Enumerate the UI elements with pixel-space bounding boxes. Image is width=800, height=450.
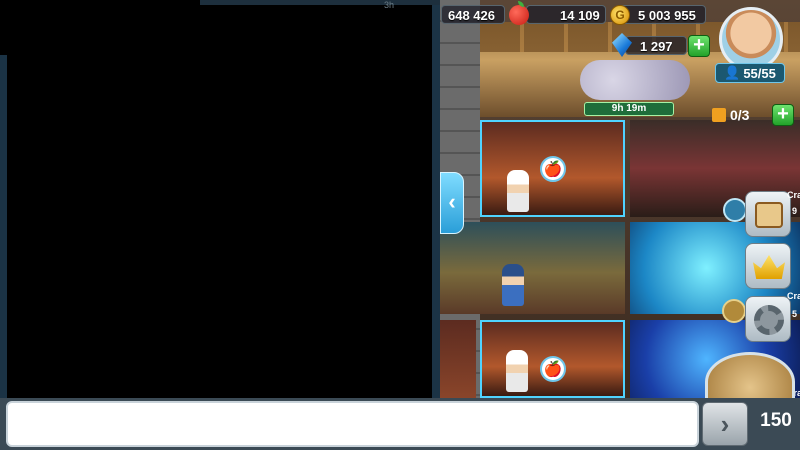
chef-character[interactable] [507,170,529,212]
chat-panel [0,0,440,398]
shield-badge-icon[interactable] [722,299,746,323]
chat-input[interactable] [6,401,699,447]
achievements-button[interactable] [745,243,791,289]
scroll-icon [755,202,783,228]
population-counter-value: 648 426 [448,7,495,23]
settings-button[interactable] [745,296,791,342]
chat-panel-corner-text: 3h [384,0,395,10]
character-count: 150 [760,410,792,431]
chat-panel-top-border [200,0,440,5]
build-cloud[interactable] [580,60,690,100]
lock-icon [712,108,726,122]
gold-value: 5 003 955 [638,7,696,23]
room-kitchen-2[interactable]: 🍎 [480,320,625,398]
apple-ready-bubble[interactable]: 🍎 [540,356,566,382]
crown-icon [753,255,785,279]
room-partial-left[interactable] [440,320,476,398]
population-box[interactable]: 👤 55/55 [715,63,785,83]
build-timer[interactable]: 9h 19m [584,102,674,116]
player-avatar[interactable] [719,7,783,71]
person-icon: 👤 [724,65,741,80]
craft-label: Craft [787,190,800,200]
chef-character[interactable] [506,350,528,392]
craft-sub: 9 [792,206,798,216]
gear-icon [754,305,784,335]
room-training[interactable] [440,222,625,314]
gems-value: 1 297 [640,38,673,54]
knight-character[interactable] [502,264,524,306]
coin-icon: G [610,5,630,25]
keys-value: 0/3 [730,107,750,123]
quests-button[interactable] [745,191,791,237]
apple-ready-bubble[interactable]: 🍎 [540,156,566,182]
sword-badge-icon[interactable] [723,198,747,222]
chat-panel-right-border [432,5,440,398]
apple-icon [509,1,529,25]
room-kitchen-1[interactable]: 🍎 [480,120,625,217]
chat-panel-left-border [0,55,7,398]
collapse-chat-button[interactable]: ‹ [440,172,464,234]
send-button[interactable]: › [702,402,748,446]
food-value: 14 109 [560,7,600,23]
keys-counter[interactable]: 0/3 [712,104,749,126]
population-value: 55/55 [743,65,776,81]
buy-gems-button[interactable]: + [688,35,710,57]
buy-keys-button[interactable]: + [772,104,794,126]
craft-sub: 5 [792,309,798,319]
